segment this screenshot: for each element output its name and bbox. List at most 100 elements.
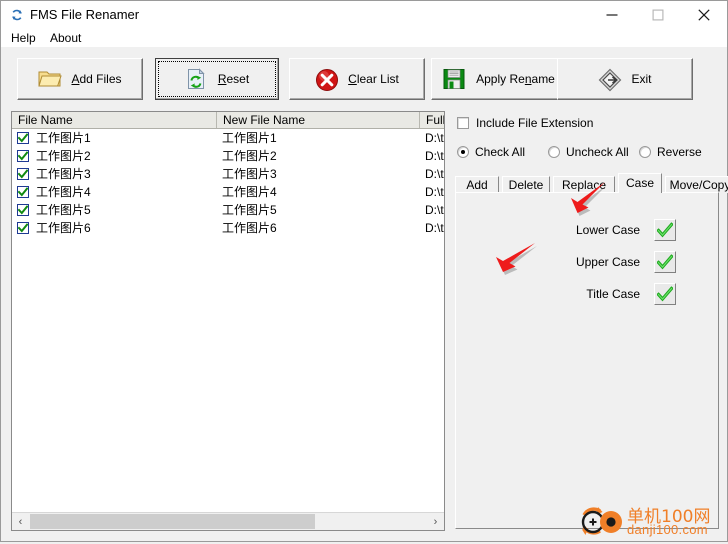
green-check-icon: [18, 187, 28, 197]
title-bar: FMS File Renamer: [1, 1, 727, 29]
scrollbar-thumb[interactable]: [30, 514, 315, 529]
cell-full-path: D:\t: [425, 149, 444, 163]
lower-case-apply-button[interactable]: [654, 219, 676, 241]
file-list-body: 工作图片1 工作图片1 D:\t 工作图片2 工作图片2 D:\t 工作图片3 工作图片3 D:…: [12, 129, 444, 512]
radio-check-all[interactable]: Check All: [457, 144, 525, 160]
reset-button[interactable]: Reset: [155, 58, 279, 100]
table-row[interactable]: 工作图片6 工作图片6 D:\t: [12, 219, 444, 237]
window-title: FMS File Renamer: [30, 7, 140, 22]
row-checkbox[interactable]: [17, 186, 29, 198]
row-checkbox[interactable]: [17, 222, 29, 234]
tab-replace[interactable]: Replace: [553, 176, 615, 193]
toolbar: Add Files Reset Clear List Apply Rename …: [1, 47, 727, 109]
close-icon: [698, 9, 710, 21]
radio-check-all-label: Check All: [475, 145, 526, 159]
checkbox-box: [457, 117, 469, 129]
radio-button-dot: [457, 146, 469, 158]
green-check-icon: [657, 286, 673, 302]
tab-add[interactable]: Add: [455, 176, 499, 193]
lower-case-label: Lower Case: [575, 223, 640, 237]
options-panel: Include File Extension Check All Uncheck…: [453, 111, 728, 531]
column-header-new-file-name[interactable]: New File Name: [216, 112, 419, 128]
tab-strip: Add Delete Replace Case Move/Copy: [455, 173, 728, 193]
cell-full-path: D:\t: [425, 221, 444, 235]
case-tab-panel: Lower Case Upper Case Title Case: [455, 192, 719, 529]
clear-list-button[interactable]: Clear List: [289, 58, 425, 100]
cell-full-path: D:\t: [425, 185, 444, 199]
cell-new-file-name: 工作图片6: [222, 221, 277, 235]
green-check-icon: [657, 254, 673, 270]
folder-icon: [38, 68, 63, 90]
include-file-extension-label: Include File Extension: [476, 116, 594, 130]
cell-new-file-name: 工作图片1: [222, 131, 277, 145]
cell-file-name: 工作图片6: [36, 221, 91, 235]
cell-file-name: 工作图片2: [36, 149, 91, 163]
table-row[interactable]: 工作图片2 工作图片2 D:\t: [12, 147, 444, 165]
green-check-icon: [18, 223, 28, 233]
green-check-icon: [18, 151, 28, 161]
title-case-apply-button[interactable]: [654, 283, 676, 305]
green-check-icon: [18, 133, 28, 143]
maximize-icon: [652, 9, 664, 21]
reset-label: Reset: [217, 72, 250, 86]
cell-new-file-name: 工作图片3: [222, 167, 277, 181]
column-header-full-path[interactable]: Full P: [419, 112, 444, 128]
include-file-extension-checkbox[interactable]: Include File Extension: [457, 115, 593, 131]
cell-full-path: D:\t: [425, 203, 444, 217]
table-row[interactable]: 工作图片5 工作图片5 D:\t: [12, 201, 444, 219]
page-refresh-icon: [185, 68, 209, 90]
add-files-button[interactable]: Add Files: [17, 58, 143, 100]
close-button[interactable]: [681, 1, 727, 29]
scroll-right-icon[interactable]: ›: [427, 513, 444, 530]
minimize-button[interactable]: [589, 1, 635, 29]
diamond-exit-icon: [598, 68, 622, 92]
tab-case[interactable]: Case: [618, 173, 662, 193]
radio-reverse[interactable]: Reverse: [639, 144, 702, 160]
radio-uncheck-all[interactable]: Uncheck All: [548, 144, 629, 160]
file-list[interactable]: File Name New File Name Full P 工作图片1工作图片…: [11, 111, 445, 531]
upper-case-row: Upper Case: [516, 251, 676, 273]
green-check-icon: [18, 169, 28, 179]
menu-item-about[interactable]: About: [45, 30, 86, 46]
cell-new-file-name: 工作图片2: [222, 149, 277, 163]
clear-list-label: Clear List: [348, 72, 399, 86]
exit-button[interactable]: Exit: [557, 58, 693, 100]
title-case-label: Title Case: [586, 287, 640, 301]
table-row[interactable]: 工作图片1 工作图片1 D:\t: [12, 129, 444, 147]
exit-label: Exit: [631, 72, 652, 86]
tab-move-copy[interactable]: Move/Copy: [665, 176, 728, 193]
maximize-button[interactable]: [635, 1, 681, 29]
upper-case-apply-button[interactable]: [654, 251, 676, 273]
row-checkbox[interactable]: [17, 168, 29, 180]
row-checkbox[interactable]: [17, 150, 29, 162]
row-checkbox[interactable]: [17, 204, 29, 216]
menu-bar: Help About: [1, 29, 727, 47]
lower-case-row: Lower Case: [516, 219, 676, 241]
cell-file-name: 工作图片3: [36, 167, 91, 181]
radio-reverse-label: Reverse: [657, 145, 702, 159]
radio-button-dot: [639, 146, 651, 158]
table-row[interactable]: 工作图片3 工作图片3 D:\t: [12, 165, 444, 183]
cell-file-name: 工作图片4: [36, 185, 91, 199]
apply-rename-button[interactable]: Apply Rename: [431, 58, 567, 100]
cell-file-name: 工作图片5: [36, 203, 91, 217]
radio-button-dot: [548, 146, 560, 158]
floppy-save-icon: [443, 68, 467, 90]
scroll-left-icon[interactable]: ‹: [12, 513, 29, 530]
horizontal-scrollbar[interactable]: ‹ ›: [12, 512, 444, 530]
upper-case-label: Upper Case: [575, 255, 640, 269]
red-x-circle-icon: [315, 68, 339, 91]
cell-full-path: D:\t: [425, 131, 444, 145]
green-check-icon: [18, 205, 28, 215]
green-check-icon: [657, 222, 673, 238]
table-row[interactable]: 工作图片4 工作图片4 D:\t: [12, 183, 444, 201]
cell-full-path: D:\t: [425, 167, 444, 181]
minimize-icon: [606, 14, 618, 16]
cell-new-file-name: 工作图片4: [222, 185, 277, 199]
menu-item-help[interactable]: Help: [6, 30, 41, 46]
cell-file-name: 工作图片1: [36, 131, 91, 145]
row-checkbox[interactable]: [17, 132, 29, 144]
column-header-file-name[interactable]: File Name: [12, 112, 216, 128]
file-list-header: File Name New File Name Full P: [12, 112, 444, 129]
tab-delete[interactable]: Delete: [502, 176, 550, 193]
